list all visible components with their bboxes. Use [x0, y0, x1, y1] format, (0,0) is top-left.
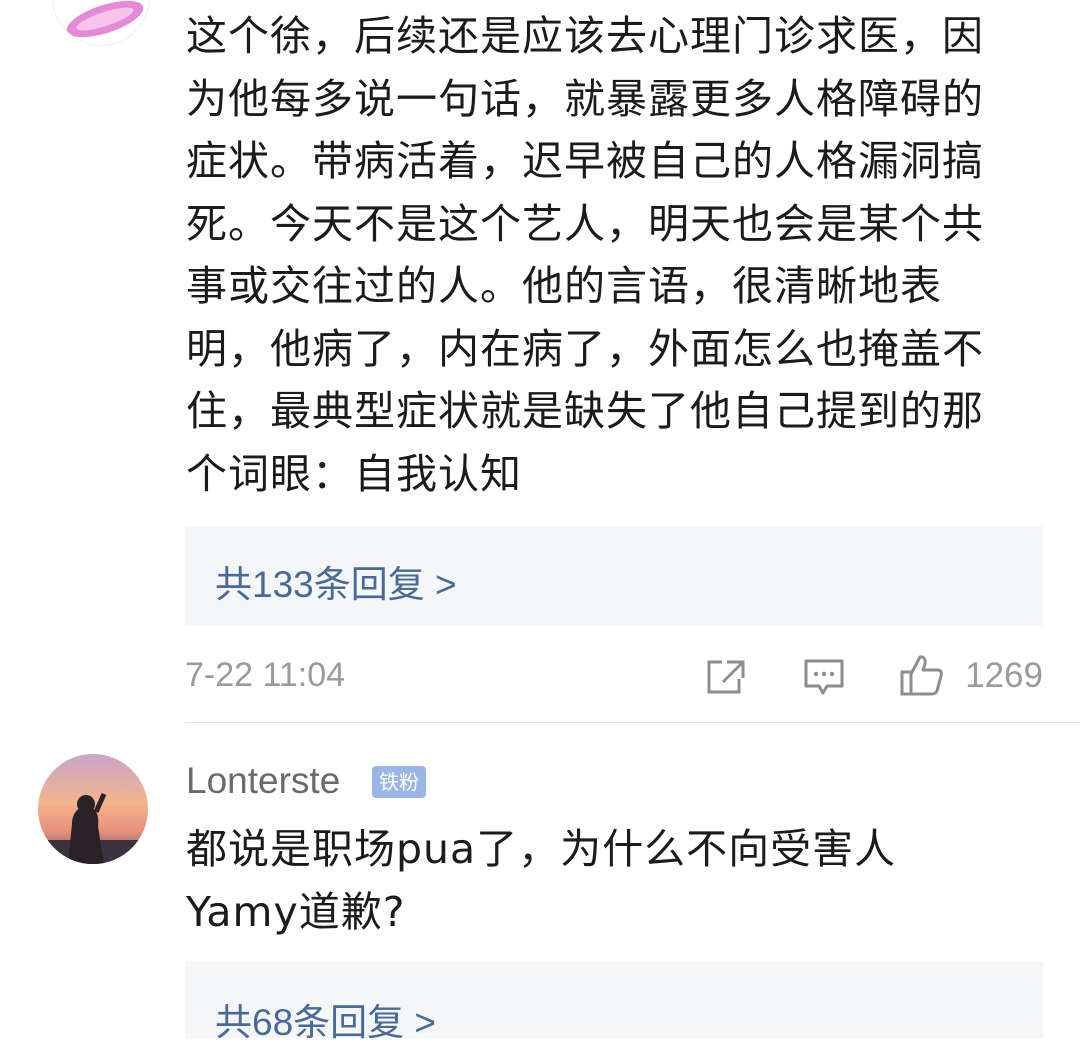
comment-line: 症状。带病活着，迟早被自己的人格漏洞搞: [186, 137, 984, 185]
comment-line: 明，他病了，内在病了，外面怎么也掩盖不: [186, 324, 984, 373]
comment-line: 死。今天不是这个艺人，明天也会是某个共: [186, 199, 984, 248]
comment-line: 都说是职场pua了，为什么不向受害人: [186, 825, 897, 873]
view-replies-link[interactable]: 共133条回复 >: [215, 554, 457, 608]
timestamp: 7-22 11:04: [185, 656, 346, 694]
avatar-image: [38, 754, 148, 864]
like-count: 1269: [965, 656, 1043, 695]
fan-badge: 铁粉: [372, 766, 426, 798]
share-icon[interactable]: [705, 658, 747, 700]
username[interactable]: Lonterste: [186, 760, 340, 802]
avatar-image: [66, 0, 144, 38]
comment-icon[interactable]: [803, 658, 845, 702]
comment-line: 这个徐，后续还是应该去心理门诊求医，因: [186, 12, 984, 60]
comment-text: 这个徐，后续还是应该去心理门诊求医，因 为他每多说一句话，就暴露更多人格障碍的 …: [186, 5, 1036, 505]
comment-line: 事或交往过的人。他的言语，很清晰地表: [186, 262, 942, 310]
comment-line: Yamy道歉?: [186, 887, 406, 936]
divider: [185, 722, 1080, 723]
comment-text: 都说是职场pua了，为什么不向受害人 Yamy道歉?: [186, 818, 1036, 943]
thumbs-up-icon[interactable]: [899, 652, 945, 702]
avatar[interactable]: [52, 0, 150, 46]
avatar[interactable]: [38, 754, 148, 864]
replies-box: 共133条回复 >: [185, 526, 1043, 626]
replies-box: 共68条回复 >: [185, 962, 1043, 1043]
comment-line: 为他每多说一句话，就暴露更多人格障碍的: [186, 74, 984, 123]
comment-line: 个词眼：自我认知: [186, 449, 522, 498]
comment-actions: 7-22 11:04 1269: [185, 650, 1043, 706]
comment-line: 住，最典型症状就是缺失了他自己提到的那: [186, 387, 984, 435]
